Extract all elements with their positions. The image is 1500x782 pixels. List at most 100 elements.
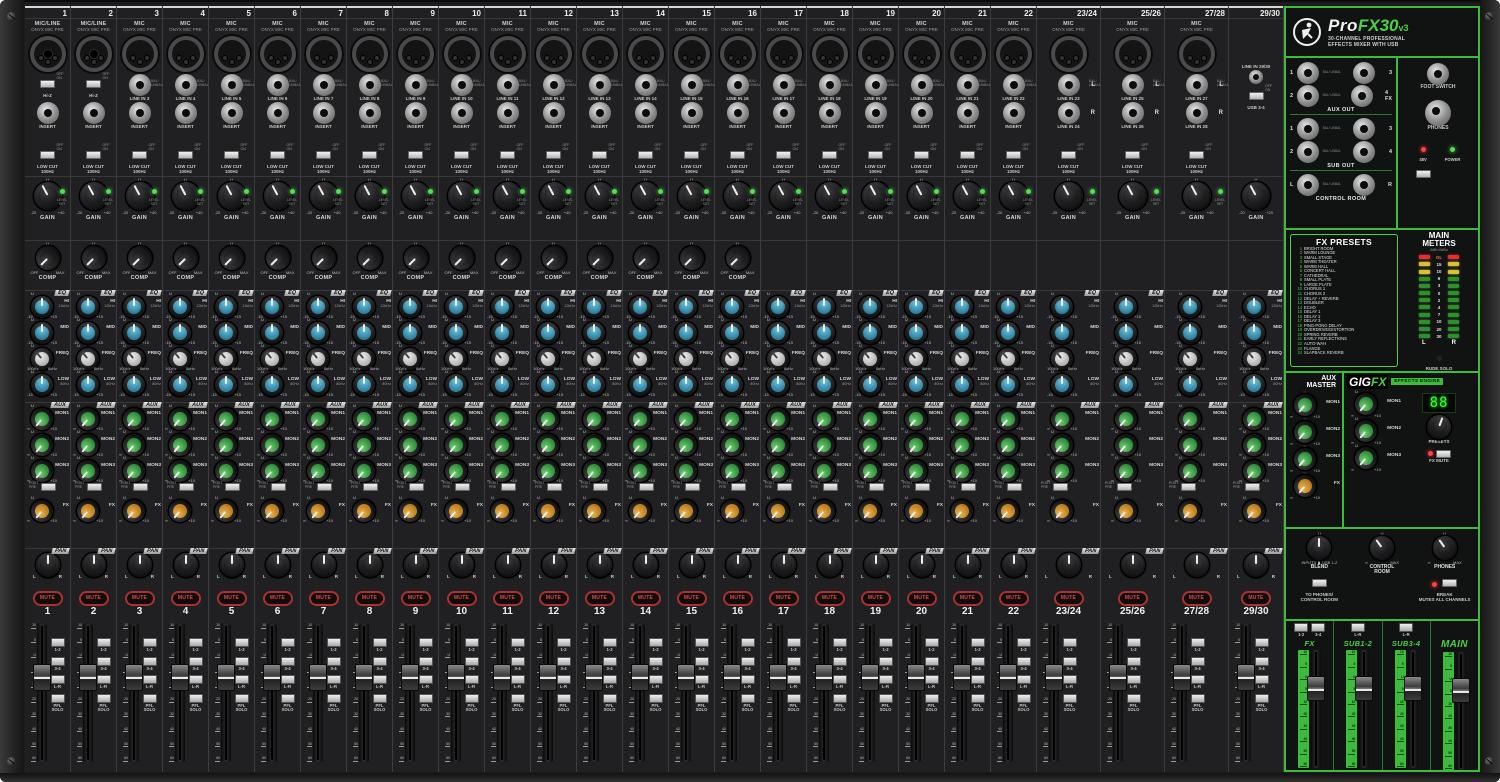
- route-l-r-button[interactable]: [465, 675, 479, 684]
- pfl-solo-button[interactable]: [189, 694, 203, 703]
- line-in-jack[interactable]: [497, 74, 519, 96]
- pre-post-switch[interactable]: [501, 483, 516, 491]
- low-cut-switch[interactable]: [40, 151, 55, 159]
- pre-post-switch[interactable]: [363, 483, 378, 491]
- route-3-4-button[interactable]: [649, 657, 663, 666]
- channel-fader[interactable]: [267, 624, 277, 762]
- low-cut-switch[interactable]: [776, 151, 791, 159]
- mute-button[interactable]: MUTE: [677, 591, 707, 606]
- master-fader[interactable]: [1311, 650, 1321, 768]
- fader-cap[interactable]: [447, 664, 465, 691]
- low-cut-switch[interactable]: [224, 151, 239, 159]
- fader-cap[interactable]: [1109, 664, 1127, 691]
- mute-button[interactable]: MUTE: [723, 591, 753, 606]
- pfl-solo-button[interactable]: [741, 694, 755, 703]
- fader-cap[interactable]: [631, 664, 649, 691]
- low-cut-switch[interactable]: [500, 151, 515, 159]
- route-l-r-button[interactable]: [281, 675, 295, 684]
- fader-cap[interactable]: [1237, 664, 1255, 691]
- master-route-L-R-button[interactable]: [1399, 623, 1413, 632]
- route-l-r-button[interactable]: [511, 675, 525, 684]
- insert-jack[interactable]: [405, 102, 427, 124]
- route-1-2-button[interactable]: [1255, 638, 1269, 647]
- insert-jack[interactable]: [589, 102, 611, 124]
- xlr-input-jack[interactable]: [168, 36, 204, 72]
- fader-cap[interactable]: [861, 664, 879, 691]
- line-in-jack[interactable]: [543, 74, 565, 96]
- xlr-input-jack[interactable]: [30, 36, 66, 72]
- route-3-4-button[interactable]: [51, 657, 65, 666]
- route-l-r-button[interactable]: [1255, 675, 1269, 684]
- fader-cap[interactable]: [33, 664, 51, 691]
- insert-jack[interactable]: [727, 102, 749, 124]
- fx-mute-switch[interactable]: [1436, 450, 1451, 458]
- pre-post-switch[interactable]: [1007, 483, 1022, 491]
- route-3-4-button[interactable]: [787, 657, 801, 666]
- master-route-L-R-button[interactable]: [1351, 623, 1365, 632]
- fader-cap[interactable]: [1173, 664, 1191, 691]
- insert-jack[interactable]: [819, 102, 841, 124]
- channel-fader[interactable]: [313, 624, 323, 762]
- route-1-2-button[interactable]: [879, 638, 893, 647]
- mute-button[interactable]: MUTE: [125, 591, 155, 606]
- fader-cap[interactable]: [723, 664, 741, 691]
- master-fader[interactable]: [1456, 652, 1466, 770]
- fader-cap[interactable]: [1404, 676, 1422, 701]
- line-in-r-jack[interactable]: [1186, 102, 1208, 124]
- pfl-solo-button[interactable]: [1017, 694, 1031, 703]
- route-3-4-button[interactable]: [1191, 657, 1205, 666]
- pre-post-switch[interactable]: [179, 483, 194, 491]
- route-1-2-button[interactable]: [1127, 638, 1141, 647]
- mute-button[interactable]: MUTE: [1118, 591, 1148, 606]
- channel-fader[interactable]: [911, 624, 921, 762]
- aux-out-4-fx-jack[interactable]: [1351, 85, 1373, 107]
- route-l-r-button[interactable]: [649, 675, 663, 684]
- xlr-input-jack[interactable]: [444, 36, 480, 72]
- xlr-input-jack[interactable]: [904, 36, 940, 72]
- low-cut-switch[interactable]: [1006, 151, 1021, 159]
- route-1-2-button[interactable]: [833, 638, 847, 647]
- route-3-4-button[interactable]: [1255, 657, 1269, 666]
- sub-out-3-jack[interactable]: [1353, 118, 1375, 140]
- pre-post-switch[interactable]: [915, 483, 930, 491]
- insert-jack[interactable]: [957, 102, 979, 124]
- pre-post-switch[interactable]: [41, 483, 56, 491]
- channel-fader[interactable]: [1003, 624, 1013, 762]
- route-3-4-button[interactable]: [281, 657, 295, 666]
- xlr-input-jack[interactable]: [536, 36, 572, 72]
- pfl-solo-button[interactable]: [235, 694, 249, 703]
- stereo-mini-jack[interactable]: [1249, 70, 1263, 84]
- line-in-jack[interactable]: [359, 74, 381, 96]
- route-3-4-button[interactable]: [327, 657, 341, 666]
- line-in-jack[interactable]: [175, 74, 197, 96]
- hiz-switch[interactable]: [40, 80, 55, 88]
- route-1-2-button[interactable]: [97, 638, 111, 647]
- insert-jack[interactable]: [497, 102, 519, 124]
- xlr-input-jack[interactable]: [214, 36, 250, 72]
- xlr-input-jack[interactable]: [674, 36, 710, 72]
- pre-post-switch[interactable]: [639, 483, 654, 491]
- fader-cap[interactable]: [677, 664, 695, 691]
- xlr-input-jack[interactable]: [490, 36, 526, 72]
- mute-button[interactable]: MUTE: [171, 591, 201, 606]
- route-3-4-button[interactable]: [879, 657, 893, 666]
- mute-button[interactable]: MUTE: [539, 591, 569, 606]
- low-cut-switch[interactable]: [86, 151, 101, 159]
- xlr-input-jack[interactable]: [720, 36, 756, 72]
- mute-button[interactable]: MUTE: [309, 591, 339, 606]
- route-l-r-button[interactable]: [879, 675, 893, 684]
- route-1-2-button[interactable]: [603, 638, 617, 647]
- route-3-4-button[interactable]: [143, 657, 157, 666]
- route-1-2-button[interactable]: [557, 638, 571, 647]
- aux-out-3-jack[interactable]: [1353, 62, 1375, 84]
- channel-fader[interactable]: [405, 624, 415, 762]
- mute-button[interactable]: MUTE: [999, 591, 1029, 606]
- xlr-input-jack[interactable]: [1115, 36, 1151, 72]
- pre-post-switch[interactable]: [1117, 483, 1132, 491]
- line-in-jack[interactable]: [727, 74, 749, 96]
- route-l-r-button[interactable]: [327, 675, 341, 684]
- route-l-r-button[interactable]: [557, 675, 571, 684]
- insert-jack[interactable]: [681, 102, 703, 124]
- route-l-r-button[interactable]: [235, 675, 249, 684]
- route-3-4-button[interactable]: [741, 657, 755, 666]
